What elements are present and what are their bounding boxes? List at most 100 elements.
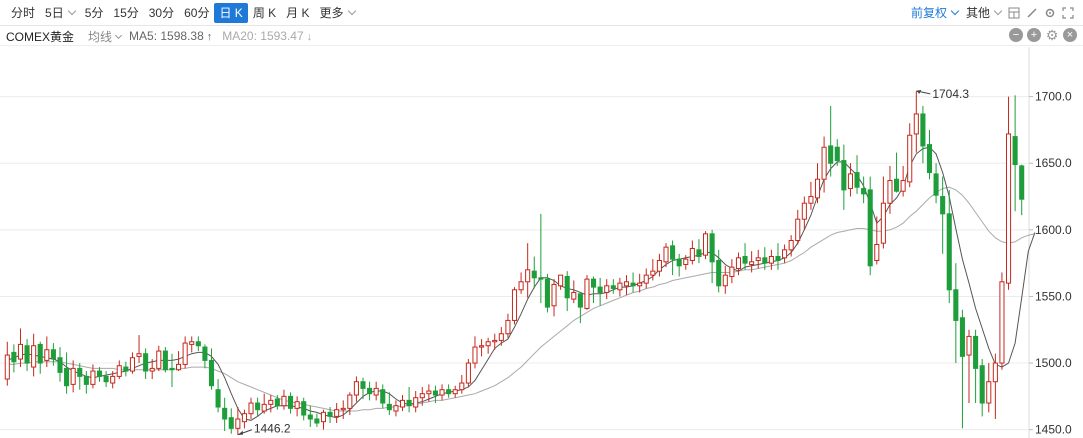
candle-body <box>551 283 557 307</box>
candle <box>373 381 379 401</box>
candle-body <box>11 351 17 363</box>
candle <box>340 400 346 420</box>
y-axis: 1700.0 1650.0 1600.0 1550.0 1500.0 1450.0 <box>1029 90 1072 437</box>
candle <box>584 275 590 310</box>
candle-body <box>518 281 524 291</box>
candle-body <box>762 257 768 264</box>
candle <box>50 343 56 366</box>
candle-body <box>1012 136 1018 166</box>
candle-body <box>755 257 761 261</box>
candle <box>202 344 208 369</box>
candle-body <box>913 113 919 135</box>
candle-body <box>380 389 386 404</box>
candle <box>597 277 603 306</box>
candle-body <box>768 255 774 264</box>
period-tab[interactable]: 日 K <box>214 3 248 23</box>
candle <box>176 351 182 372</box>
candle <box>24 339 30 372</box>
candle <box>571 280 577 304</box>
candle <box>268 395 274 413</box>
period-tab[interactable]: 30分 <box>144 3 179 23</box>
period-tab[interactable]: 5日 <box>40 3 80 23</box>
candle-body <box>498 333 504 341</box>
candle-body <box>149 367 155 372</box>
candle-body <box>360 381 366 389</box>
grid-icon[interactable] <box>1005 3 1023 23</box>
candle-body <box>334 409 340 417</box>
candle <box>96 367 103 382</box>
candle <box>900 165 906 197</box>
candle-body <box>782 249 788 259</box>
candle <box>525 243 531 298</box>
ma20-line <box>7 186 1036 412</box>
y-tick-label: 1650.0 <box>1035 156 1072 170</box>
candle <box>103 371 109 388</box>
adjust-dropdown[interactable]: 前复权 <box>907 3 962 23</box>
other-label: 其他 <box>965 6 990 20</box>
candle-body <box>255 402 261 411</box>
candle <box>1019 164 1025 216</box>
candle-body <box>511 289 518 321</box>
period-tab[interactable]: 15分 <box>108 3 143 23</box>
candle <box>979 359 985 417</box>
candle-body <box>926 144 933 174</box>
candle <box>722 265 728 294</box>
minus-circle-icon[interactable]: − <box>1009 28 1023 42</box>
period-tab[interactable]: 更多 <box>315 3 360 23</box>
candle <box>775 243 781 270</box>
candle-body <box>894 178 900 192</box>
candle-body <box>189 341 195 345</box>
period-tab[interactable]: 60分 <box>179 3 214 23</box>
other-dropdown[interactable]: 其他 <box>962 3 1005 23</box>
plus-circle-icon[interactable]: + <box>1027 28 1041 42</box>
candle-body <box>90 370 96 385</box>
candles-group <box>4 91 1025 435</box>
y-tick-label: 1450.0 <box>1035 423 1072 437</box>
gear-icon[interactable]: ⚙ <box>1045 28 1059 42</box>
chevron-down-icon <box>67 6 76 16</box>
candle <box>814 163 821 204</box>
y-tick-label: 1500.0 <box>1035 356 1072 370</box>
candle <box>953 263 959 364</box>
candle-body <box>702 233 709 256</box>
candle <box>446 384 452 398</box>
period-tab[interactable]: 5分 <box>80 3 109 23</box>
candle <box>577 293 583 324</box>
ma5-arrow: ↑ <box>206 31 213 43</box>
candle <box>31 333 37 377</box>
candle-body <box>544 278 550 308</box>
ma-selector[interactable]: 均线 <box>88 28 123 45</box>
candle-body <box>643 274 649 284</box>
candle <box>907 123 913 188</box>
candle <box>393 400 399 417</box>
candle-body <box>558 274 564 287</box>
candle-body <box>176 363 182 371</box>
candle-body <box>31 345 37 368</box>
draw-pen-icon[interactable] <box>1023 3 1041 23</box>
period-tab-label: 5分 <box>84 6 104 20</box>
candle-body <box>979 365 985 404</box>
candle <box>353 376 359 402</box>
candle <box>630 272 636 293</box>
fullscreen-icon[interactable] <box>1059 3 1077 23</box>
candle <box>874 216 880 265</box>
chevron-down-icon <box>114 31 123 39</box>
period-tab[interactable]: 周 K <box>248 3 281 23</box>
candle <box>591 276 597 304</box>
candle <box>544 273 550 313</box>
legend-controls: − + ⚙ × <box>1005 28 1077 42</box>
candle-body <box>222 407 228 420</box>
ma20-label: MA20: 1593.47 <box>222 29 304 43</box>
period-tab[interactable]: 分时 <box>6 3 40 23</box>
candle-body <box>920 113 926 147</box>
candle <box>334 403 340 424</box>
period-tab[interactable]: 月 K <box>281 3 314 23</box>
candle <box>511 287 518 325</box>
candle-body <box>452 389 458 395</box>
extreme-labels: 1704.3 1446.2 <box>237 87 969 436</box>
settings-icon[interactable] <box>1041 3 1059 23</box>
candle <box>64 352 70 394</box>
candle <box>742 243 748 270</box>
close-circle-icon[interactable]: × <box>1063 28 1077 42</box>
period-tab-label: 月 K <box>286 6 310 20</box>
